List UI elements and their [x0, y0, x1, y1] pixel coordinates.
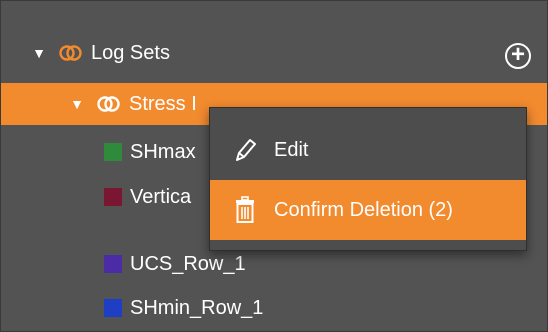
confirm-deletion-menu-item[interactable]: Confirm Deletion (2) [210, 180, 526, 240]
expand-chevron-icon[interactable]: ▼ [31, 45, 47, 61]
trash-icon [236, 196, 254, 223]
tree-child-label: SHmax [130, 140, 196, 163]
tree-child-item[interactable]: UCS_Row_1 [104, 249, 246, 279]
color-swatch [104, 143, 122, 161]
color-swatch [104, 255, 122, 273]
edit-menu-item[interactable]: Edit [210, 120, 526, 180]
tree-child-item[interactable]: SHmax [104, 137, 196, 167]
pencil-icon [236, 139, 256, 161]
tree-node-log-sets[interactable]: ▼ Log Sets [1, 33, 547, 73]
color-swatch [104, 299, 122, 317]
tree-child-label: UCS_Row_1 [130, 252, 246, 275]
edit-label: Edit [274, 138, 309, 161]
tree-child-item[interactable]: SHmin_Row_1 [104, 293, 263, 323]
add-log-set-button[interactable]: + [505, 43, 531, 69]
tree-child-item[interactable]: Vertica [104, 182, 191, 212]
tree-node-label: Stress I [129, 92, 197, 115]
plus-icon: + [510, 41, 525, 68]
overlapping-rings-icon [59, 45, 82, 61]
tree-child-label: Vertica [130, 185, 192, 208]
color-swatch [104, 188, 122, 206]
overlapping-rings-icon [97, 96, 120, 112]
confirm-deletion-label: Confirm Deletion (2) [274, 198, 453, 221]
expand-chevron-icon[interactable]: ▼ [69, 96, 85, 112]
tree-child-label: SHmin_Row_1 [130, 296, 264, 319]
log-sets-panel: ▼ Log Sets + ▼ Stress I SHmax Vertica UC… [0, 0, 548, 332]
tree-node-label: Log Sets [91, 41, 170, 64]
context-menu: Edit Confirm Deletion (2) [209, 107, 527, 251]
